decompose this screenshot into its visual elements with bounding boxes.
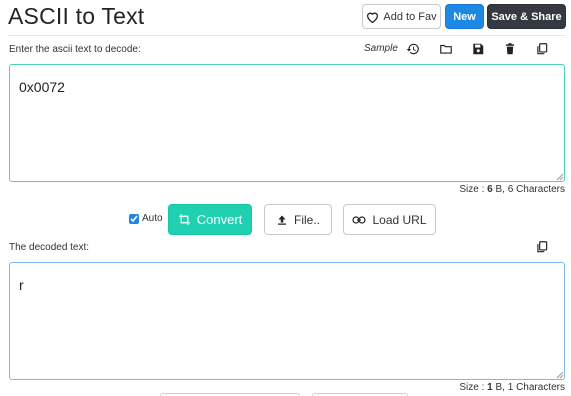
input-size-info: Size : 6 B, 6 Characters [459, 184, 565, 195]
history-icon[interactable] [405, 41, 421, 57]
copy-output-icon[interactable] [534, 239, 550, 255]
crop-icon [178, 214, 190, 225]
output-label: The decoded text: [9, 242, 90, 253]
save-share-button[interactable]: Save & Share [487, 4, 566, 29]
decoded-output-textarea[interactable]: r [9, 262, 565, 380]
folder-icon[interactable] [438, 41, 454, 57]
copy-icon[interactable] [534, 41, 550, 57]
auto-checkbox-group[interactable]: Auto [129, 213, 163, 224]
add-to-fav-label: Add to Fav [383, 10, 437, 23]
file-upload-button[interactable]: File.. [264, 204, 332, 235]
page-title: ASCII to Text [8, 3, 145, 29]
upload-icon [277, 215, 286, 225]
output-size-info: Size : 1 B, 1 Characters [459, 382, 565, 393]
new-button[interactable]: New [445, 4, 484, 29]
auto-label: Auto [142, 213, 163, 224]
add-to-fav-button[interactable]: Add to Fav [362, 4, 441, 29]
input-size-prefix: Size : [459, 184, 488, 195]
load-url-label: Load URL [372, 212, 427, 227]
input-size-suffix: B, 6 Characters [492, 184, 566, 195]
ascii-input-textarea[interactable]: 0x0072 [9, 64, 565, 182]
resize-grip-icon[interactable] [556, 173, 564, 181]
output-size-prefix: Size : [459, 382, 488, 393]
output-size-suffix: B, 1 Characters [492, 382, 566, 393]
link-icon [352, 215, 367, 224]
sample-link[interactable]: Sample [364, 43, 398, 54]
resize-grip-icon[interactable] [556, 371, 564, 379]
file-label: File.. [293, 212, 320, 227]
heart-outline-icon [367, 12, 379, 23]
trash-icon[interactable] [502, 41, 518, 57]
convert-label: Convert [196, 212, 243, 227]
input-label: Enter the ascii text to decode: [9, 44, 141, 55]
convert-button[interactable]: Convert [168, 204, 252, 235]
floppy-icon[interactable] [470, 41, 486, 57]
header-divider [8, 35, 566, 36]
auto-checkbox[interactable] [129, 213, 139, 224]
load-url-button[interactable]: Load URL [343, 204, 436, 235]
